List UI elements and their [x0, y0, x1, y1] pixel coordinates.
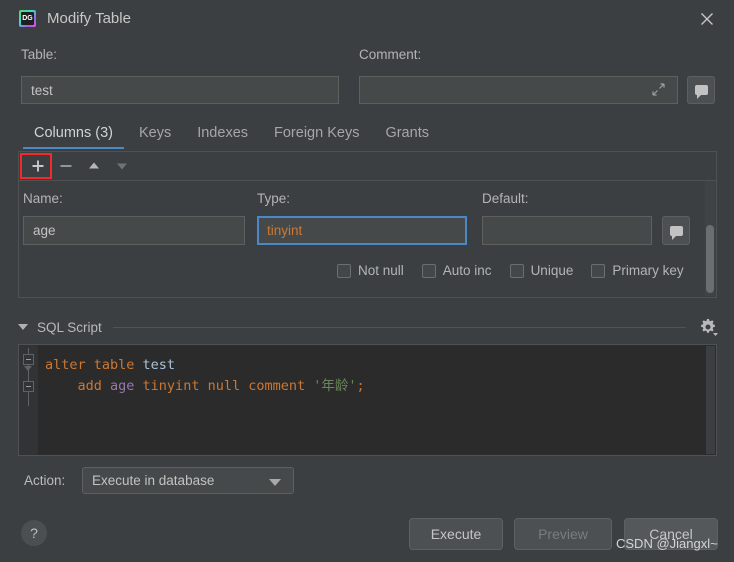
question-mark-icon[interactable]: ?	[21, 520, 47, 546]
sql-editor[interactable]: alter table test add age tinyint null co…	[18, 344, 717, 456]
sql-token: '年龄'	[313, 378, 356, 394]
column-flags: Not null Auto inc Unique Primary key	[337, 263, 702, 278]
datagrip-icon	[19, 10, 36, 27]
column-name-label: Name:	[23, 191, 63, 206]
table-name-input[interactable]	[21, 76, 339, 104]
column-type-label: Type:	[257, 191, 290, 206]
close-icon[interactable]	[694, 6, 720, 32]
tab-columns[interactable]: Columns (3)	[21, 121, 126, 145]
fold-marker[interactable]	[23, 381, 34, 392]
sql-token: add	[45, 378, 110, 394]
title-bar: Modify Table	[0, 0, 734, 36]
checkbox-box	[337, 264, 351, 278]
comment-label: Comment:	[359, 47, 421, 62]
fold-arrow-icon	[24, 366, 32, 371]
column-comment-button[interactable]	[662, 216, 690, 245]
checkbox-auto-inc[interactable]: Auto inc	[422, 263, 492, 278]
table-label: Table:	[21, 47, 57, 62]
checkbox-unique[interactable]: Unique	[510, 263, 574, 278]
sql-token: ;	[357, 378, 365, 394]
chevron-down-icon	[269, 479, 281, 486]
checkbox-box	[422, 264, 436, 278]
gear-icon[interactable]	[698, 317, 718, 337]
comment-bubble-icon	[695, 85, 708, 95]
execute-button[interactable]: Execute	[409, 518, 503, 550]
entity-tabs: Columns (3) Keys Indexes Foreign Keys Gr…	[21, 121, 442, 151]
table-comment-button[interactable]	[687, 76, 715, 104]
checkbox-label: Unique	[531, 263, 574, 278]
checkbox-primary-key[interactable]: Primary key	[591, 263, 683, 278]
sql-token: tinyint null comment	[134, 378, 313, 394]
columns-scrollbar-thumb[interactable]	[706, 225, 714, 293]
comment-bubble-icon	[670, 226, 683, 236]
fold-marker[interactable]	[23, 354, 34, 365]
sql-token: age	[110, 378, 134, 394]
modify-table-dialog: Modify Table Table: Comment: Columns (3)…	[0, 0, 734, 562]
action-dropdown[interactable]: Execute in database	[82, 467, 294, 494]
action-selected-value: Execute in database	[92, 473, 214, 488]
editor-scrollbar[interactable]	[706, 346, 715, 454]
plus-icon[interactable]	[26, 155, 50, 177]
columns-toolbar	[19, 152, 716, 181]
sql-token: alter table	[45, 357, 143, 373]
sql-script-title: SQL Script	[37, 320, 102, 335]
column-name-input[interactable]	[23, 216, 245, 245]
arrow-up-icon[interactable]	[82, 155, 106, 177]
tab-grants[interactable]: Grants	[372, 121, 442, 145]
chevron-down-icon[interactable]	[18, 324, 28, 330]
checkbox-label: Primary key	[612, 263, 683, 278]
editor-gutter	[19, 345, 38, 455]
checkbox-box	[591, 264, 605, 278]
action-label: Action:	[24, 473, 65, 488]
checkbox-not-null[interactable]: Not null	[337, 263, 404, 278]
section-divider	[113, 327, 686, 328]
columns-scrollbar[interactable]	[705, 181, 715, 296]
checkbox-box	[510, 264, 524, 278]
sql-code: alter table test add age tinyint null co…	[45, 355, 365, 397]
checkbox-label: Not null	[358, 263, 404, 278]
column-type-input[interactable]	[257, 216, 467, 245]
sql-script-header: SQL Script	[18, 317, 718, 337]
dialog-title: Modify Table	[47, 10, 131, 27]
checkbox-label: Auto inc	[443, 263, 492, 278]
preview-button[interactable]: Preview	[514, 518, 612, 550]
minus-icon[interactable]	[54, 155, 78, 177]
column-default-label: Default:	[482, 191, 529, 206]
cancel-button[interactable]: Cancel	[624, 518, 718, 550]
table-comment-input[interactable]	[359, 76, 678, 104]
tab-keys[interactable]: Keys	[126, 121, 184, 145]
column-default-input[interactable]	[482, 216, 652, 245]
sql-token: test	[143, 357, 176, 373]
arrow-down-icon[interactable]	[110, 155, 134, 177]
expand-icon[interactable]	[652, 83, 665, 96]
tab-indexes[interactable]: Indexes	[184, 121, 261, 145]
tab-foreign-keys[interactable]: Foreign Keys	[261, 121, 372, 145]
